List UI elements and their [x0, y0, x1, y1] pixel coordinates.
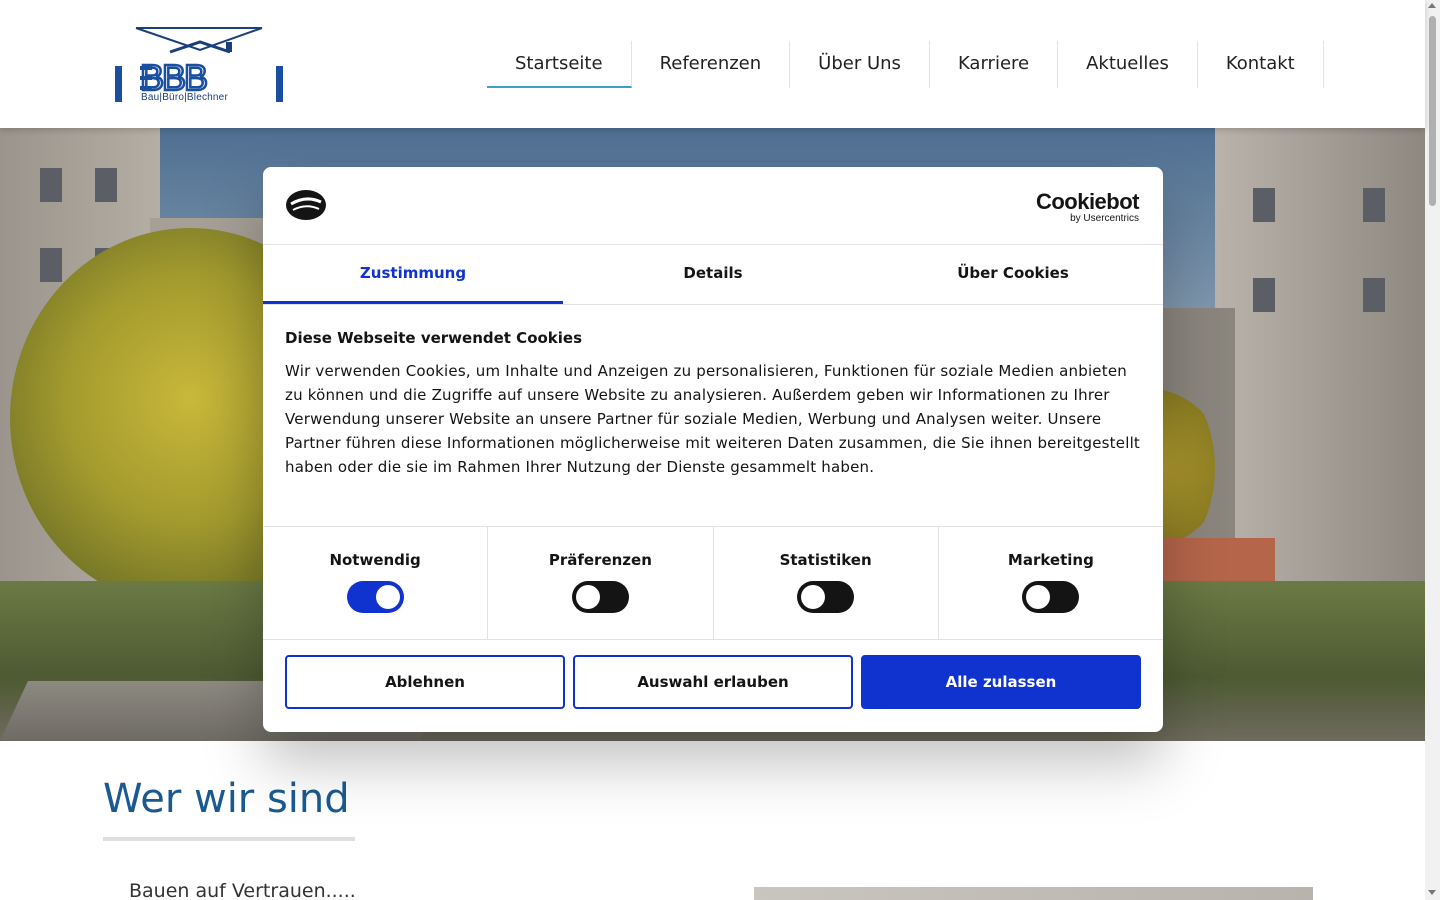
toggle-praeferenzen: Präferenzen — [488, 527, 714, 639]
nav-item-referenzen[interactable]: Referenzen — [632, 41, 791, 88]
tab-details[interactable]: Details — [563, 245, 863, 304]
dialog-header: Cookiebot by Usercentrics — [263, 167, 1163, 245]
cookie-consent-dialog: Cookiebot by Usercentrics Zustimmung Det… — [263, 167, 1163, 732]
toggle-label: Notwendig — [329, 551, 421, 569]
toggle-knob — [1026, 585, 1051, 609]
nav-item-aktuelles[interactable]: Aktuelles — [1058, 41, 1198, 88]
main-nav: Startseite Referenzen Über Uns Karriere … — [487, 41, 1324, 88]
dialog-buttons: Ablehnen Auswahl erlauben Alle zulassen — [263, 640, 1163, 724]
intro-text: Bauen auf Vertrauen..... — [129, 880, 356, 900]
nav-item-ueber-uns[interactable]: Über Uns — [790, 41, 930, 88]
toggle-statistiken: Statistiken — [714, 527, 939, 639]
dialog-tabs: Zustimmung Details Über Cookies — [263, 245, 1163, 305]
toggle-switch-statistiken[interactable] — [797, 581, 855, 613]
section-divider — [103, 837, 355, 841]
site-header: BBB Bau|Büro|Blechner Startseite Referen… — [0, 0, 1425, 128]
toggle-knob — [801, 585, 826, 609]
toggle-switch-marketing[interactable] — [1022, 581, 1080, 613]
window-decor — [1253, 188, 1275, 222]
scrollbar-thumb[interactable] — [1429, 16, 1436, 206]
cookie-icon — [285, 189, 327, 225]
dialog-body: Diese Webseite verwendet Cookies Wir ver… — [263, 305, 1163, 527]
toggle-switch-notwendig[interactable] — [346, 581, 404, 613]
nav-item-karriere[interactable]: Karriere — [930, 41, 1059, 88]
tab-ueber-cookies[interactable]: Über Cookies — [863, 245, 1163, 304]
section-title: Wer wir sind — [103, 776, 350, 822]
scroll-up-arrow-icon[interactable] — [1428, 3, 1436, 8]
cookiebot-brand: Cookiebot — [1035, 189, 1140, 214]
toggle-label: Statistiken — [779, 551, 872, 569]
window-decor — [1363, 278, 1385, 312]
cookiebot-logo[interactable]: Cookiebot by Usercentrics — [1035, 189, 1140, 225]
consent-toggles: Notwendig Präferenzen Statistiken Market… — [263, 527, 1163, 640]
window-decor — [1253, 278, 1275, 312]
dialog-text: Wir verwenden Cookies, um Inhalte und An… — [285, 362, 1141, 476]
window-decor — [95, 168, 117, 202]
tab-zustimmung[interactable]: Zustimmung — [263, 245, 563, 304]
toggle-knob — [375, 585, 400, 609]
nav-item-startseite[interactable]: Startseite — [487, 41, 632, 88]
toggle-knob — [575, 585, 600, 609]
allow-selection-button[interactable]: Auswahl erlauben — [573, 655, 853, 709]
toggle-switch-praeferenzen[interactable] — [571, 581, 629, 613]
toggle-label: Präferenzen — [548, 551, 652, 569]
dialog-title: Diese Webseite verwendet Cookies — [285, 329, 583, 347]
nav-item-kontakt[interactable]: Kontakt — [1198, 41, 1324, 88]
toggle-notwendig: Notwendig — [263, 527, 489, 639]
allow-all-button[interactable]: Alle zulassen — [861, 655, 1141, 709]
content-image — [754, 887, 1313, 900]
cookiebot-by: by Usercentrics — [1070, 213, 1139, 224]
scrollbar[interactable] — [1425, 0, 1440, 900]
window-decor — [1363, 188, 1385, 222]
logo-subtitle: Bau|Büro|Blechner — [141, 92, 228, 103]
window-decor — [40, 168, 62, 202]
window-decor — [40, 248, 62, 282]
toggle-label: Marketing — [1007, 551, 1094, 569]
toggle-marketing: Marketing — [939, 527, 1163, 639]
scroll-down-arrow-icon[interactable] — [1428, 890, 1436, 895]
decline-button[interactable]: Ablehnen — [285, 655, 565, 709]
